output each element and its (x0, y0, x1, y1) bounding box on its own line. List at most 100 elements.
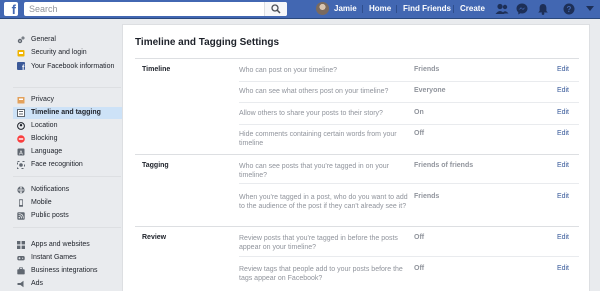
title-divider (135, 58, 579, 59)
sidebar-item-security[interactable]: Security and login (13, 47, 122, 59)
sidebar-item-business-integrations[interactable]: Business integrations (13, 265, 122, 277)
lock-icon (17, 97, 25, 104)
page-title: Timeline and Tagging Settings (135, 37, 280, 48)
top-navigation-bar: f Jamie Home Find Friends Create ? (0, 0, 600, 19)
business-icon (17, 267, 25, 275)
sidebar-item-label: Location (31, 122, 58, 129)
account-menu-icon[interactable] (586, 6, 594, 12)
ads-icon (17, 280, 24, 288)
sidebar-item-face-recognition[interactable]: Face recognition (13, 159, 122, 171)
notifications-icon[interactable] (537, 3, 549, 15)
sidebar-item-label: Timeline and tagging (31, 109, 101, 116)
sidebar-item-notifications[interactable]: Notifications (13, 184, 122, 196)
sidebar-divider (13, 227, 121, 228)
face-recognition-icon (17, 161, 25, 169)
globe-icon (17, 186, 25, 194)
svg-text:A: A (19, 151, 23, 157)
location-icon (17, 122, 25, 130)
sidebar-item-label: Apps and websites (31, 241, 90, 248)
search-box (24, 2, 287, 16)
search-input[interactable] (24, 2, 267, 16)
edit-link[interactable]: Edit (557, 87, 569, 94)
sidebar-item-timeline-and-tagging[interactable]: Timeline and tagging (13, 107, 122, 119)
sidebar-item-your-facebook-information[interactable]: f Your Facebook information (13, 60, 122, 80)
sidebar-item-label: Ads (31, 280, 44, 287)
setting-question: When you're tagged in a post, who do you… (239, 194, 408, 210)
language-icon: A (17, 148, 25, 156)
section-divider (135, 226, 579, 227)
profile-link[interactable]: Jamie (334, 0, 357, 18)
edit-link[interactable]: Edit (557, 265, 569, 272)
nav-divider (453, 5, 454, 13)
settings-sidebar: General Security and login f Your Facebo… (0, 19, 122, 291)
sidebar-item-label: Public posts (31, 212, 69, 219)
section-label-timeline: Timeline (142, 66, 171, 73)
setting-question: Who can see what others post on your tim… (239, 88, 389, 95)
edit-link[interactable]: Edit (557, 66, 569, 73)
setting-value: Friends (414, 193, 440, 200)
svg-text:?: ? (567, 5, 572, 14)
nav-divider (396, 5, 397, 13)
sidebar-item-language[interactable]: A Language (13, 146, 122, 158)
sidebar-item-location[interactable]: Location (13, 120, 122, 132)
setting-question: Who can post on your timeline? (239, 67, 338, 74)
setting-value: On (414, 109, 424, 116)
edit-link[interactable]: Edit (557, 193, 569, 200)
setting-value: Off (414, 130, 425, 137)
sidebar-item-label: Language (31, 148, 63, 155)
edit-link[interactable]: Edit (557, 162, 569, 169)
sidebar-item-general[interactable]: General (13, 34, 122, 46)
sidebar-item-blocking[interactable]: Blocking (13, 133, 122, 145)
sidebar-item-mobile[interactable]: Mobile (13, 197, 122, 209)
mobile-icon (19, 199, 23, 207)
sidebar-item-label: General (31, 36, 56, 43)
section-label-tagging: Tagging (142, 162, 169, 169)
sidebar-item-ads[interactable]: Ads (13, 278, 122, 290)
friend-requests-icon[interactable] (495, 3, 509, 15)
sidebar-item-label: Blocking (31, 135, 58, 142)
sidebar-item-apps-and-websites[interactable]: Apps and websites (13, 239, 122, 251)
avatar[interactable] (316, 2, 329, 15)
rss-icon (17, 212, 25, 220)
setting-value: Friends (414, 66, 440, 73)
messenger-icon[interactable] (516, 3, 528, 15)
sidebar-item-label: Security and login (31, 49, 87, 56)
row-divider (239, 124, 579, 125)
games-icon (17, 256, 25, 261)
setting-value: Friends of friends (414, 162, 474, 169)
gear-icon (17, 36, 25, 44)
sidebar-item-public-posts[interactable]: Public posts (13, 210, 122, 222)
sidebar-item-label: Mobile (31, 199, 52, 206)
setting-question: Who can see posts that you're tagged in … (239, 163, 389, 179)
setting-value: Off (414, 234, 425, 241)
sidebar-item-label: Business integrations (31, 267, 98, 274)
sidebar-item-instant-games[interactable]: Instant Games (13, 252, 122, 264)
setting-value: Off (414, 265, 425, 272)
row-divider (239, 183, 579, 184)
setting-question: Review posts that you're tagged in befor… (239, 235, 398, 251)
shield-icon (17, 50, 25, 57)
home-link[interactable]: Home (369, 0, 391, 18)
nav-divider (362, 5, 363, 13)
sidebar-divider (13, 176, 121, 177)
facebook-logo[interactable]: f (4, 2, 18, 16)
help-icon[interactable]: ? (563, 3, 575, 15)
timeline-icon (17, 109, 25, 117)
edit-link[interactable]: Edit (557, 234, 569, 241)
facebook-icon: f (17, 62, 25, 70)
section-label-review: Review (142, 234, 167, 241)
apps-icon (17, 241, 25, 249)
section-divider (135, 154, 579, 155)
sidebar-item-privacy[interactable]: Privacy (13, 94, 122, 106)
find-friends-link[interactable]: Find Friends (403, 0, 451, 18)
row-divider (239, 81, 579, 82)
edit-link[interactable]: Edit (557, 130, 569, 137)
sidebar-item-label: Notifications (31, 186, 70, 193)
blocking-icon (17, 135, 25, 143)
sidebar-item-label: Face recognition (31, 161, 83, 168)
sidebar-item-label: Privacy (31, 96, 54, 103)
search-button[interactable] (264, 2, 287, 16)
edit-link[interactable]: Edit (557, 109, 569, 116)
create-link[interactable]: Create (460, 0, 485, 18)
setting-question: Review tags that people add to your post… (239, 266, 403, 282)
